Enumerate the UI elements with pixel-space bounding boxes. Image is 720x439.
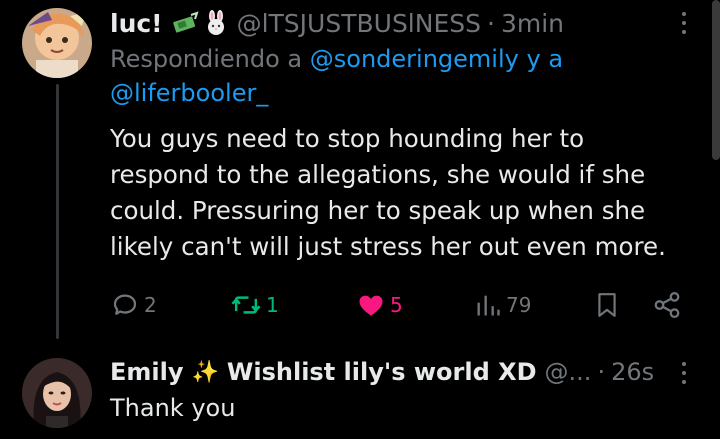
- user-handle[interactable]: @lTSJUSTBUSlNESS: [237, 9, 481, 38]
- repost-button[interactable]: 1: [230, 288, 279, 322]
- tweet-header: Emily ✨ Wishlist lily's world XD @... · …: [110, 355, 654, 389]
- views-count: 79: [506, 293, 532, 317]
- tweet-text: You guys need to stop hounding her to re…: [110, 124, 666, 261]
- more-icon[interactable]: [676, 8, 692, 38]
- money-emoji-icon: [171, 11, 199, 35]
- share-icon: [654, 292, 680, 318]
- bookmark-button[interactable]: [594, 288, 620, 322]
- views-button[interactable]: 79: [474, 288, 531, 322]
- separator-dot: ·: [597, 358, 606, 386]
- avatar-luc[interactable]: [22, 8, 92, 78]
- replying-prefix: Respondiendo a: [110, 45, 303, 73]
- separator-dot: ·: [487, 8, 495, 38]
- views-icon: [477, 295, 500, 316]
- tweet-actions: 2 1 5 79: [106, 288, 686, 322]
- rabbit-emoji-icon: [203, 10, 229, 36]
- reply-icon: [113, 294, 137, 315]
- tweet-text: Thank you: [110, 394, 236, 422]
- share-button[interactable]: [652, 288, 682, 322]
- repost-count: 1: [266, 293, 279, 317]
- mention-link[interactable]: @sonderingemily: [310, 45, 519, 73]
- sparkles-icon: ✨: [191, 359, 219, 385]
- more-icon[interactable]: [676, 358, 692, 388]
- display-name[interactable]: luc!: [110, 9, 163, 38]
- mention-link[interactable]: @liferbooler_: [110, 79, 268, 107]
- repost-icon: [231, 296, 261, 314]
- display-name[interactable]: Emily: [110, 358, 184, 386]
- timestamp[interactable]: 3min: [501, 9, 564, 38]
- like-button[interactable]: 5: [356, 288, 403, 322]
- timestamp[interactable]: 26s: [611, 358, 654, 386]
- avatar-emily[interactable]: [22, 358, 92, 428]
- user-handle[interactable]: @...: [545, 358, 592, 386]
- replying-joiner: y a: [526, 45, 564, 73]
- heart-icon: [359, 295, 383, 316]
- tweet-header: luc! @lTSJUSTBUSlNESS · 3min: [110, 6, 564, 40]
- like-count: 5: [390, 293, 403, 317]
- thread-line: [56, 84, 59, 339]
- bookmark-icon: [598, 293, 616, 317]
- display-name-rest[interactable]: Wishlist lily's world XD: [227, 358, 537, 386]
- replying-to: Respondiendo a @sonderingemily y a @life…: [110, 42, 670, 110]
- tweet-emily: Emily ✨ Wishlist lily's world XD @... · …: [0, 340, 720, 439]
- reply-button[interactable]: 2: [110, 288, 157, 322]
- tweet-luc: luc! @lTSJUSTBUSlNESS · 3min Respondiend…: [0, 0, 720, 340]
- reply-count: 2: [144, 293, 157, 317]
